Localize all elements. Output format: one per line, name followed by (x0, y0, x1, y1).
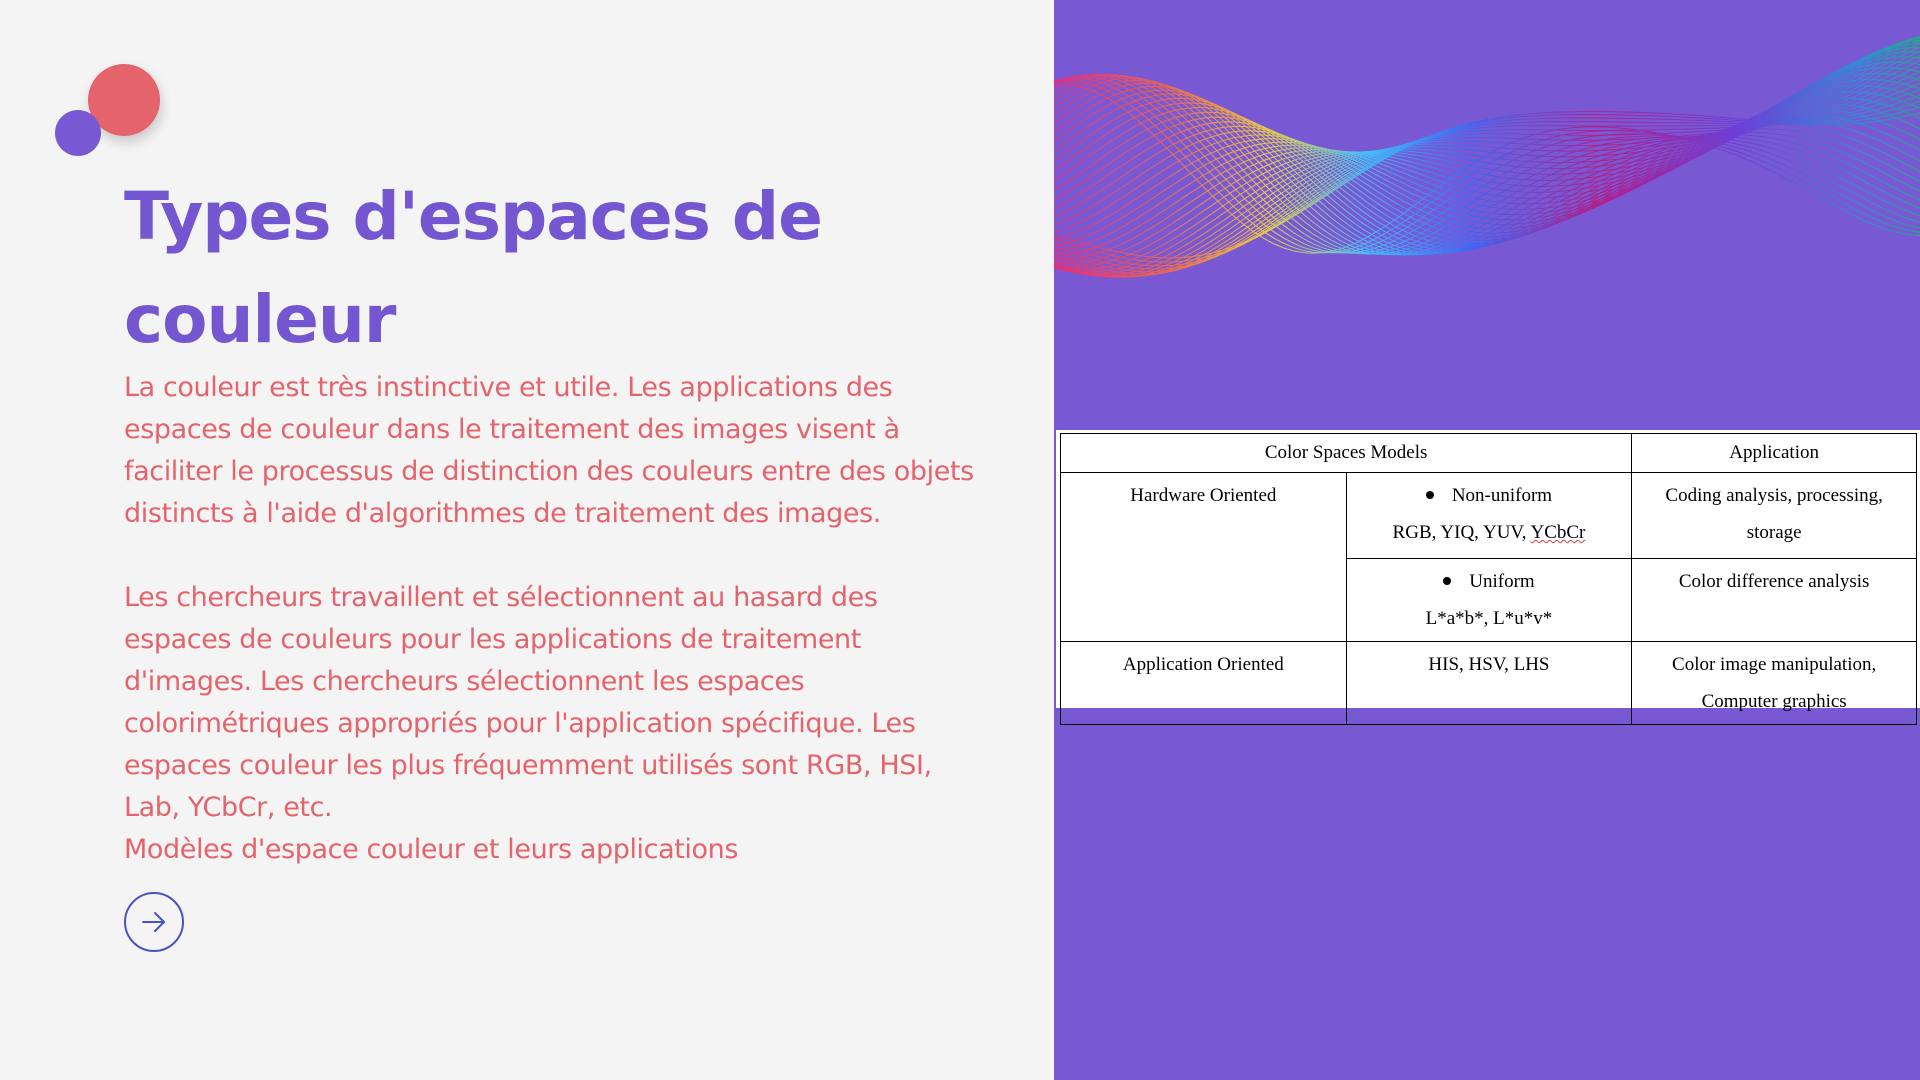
table-row: Hardware Oriented Non-uniform RGB, YIQ, … (1060, 472, 1917, 642)
arrow-right-icon (142, 912, 165, 932)
table-cell-app-spaces: HIS, HSV, LHS (1345, 641, 1633, 725)
body-paragraph-1: La couleur est très instinctive et utile… (124, 372, 974, 529)
bullet-icon (1425, 490, 1434, 499)
table-cell-application-oriented: Application Oriented (1060, 641, 1347, 725)
table-cell-nonuniform: Non-uniform RGB, YIQ, YUV, YCbCr (1345, 472, 1633, 559)
slide-body: La couleur est très instinctive et utile… (124, 367, 984, 871)
rainbow-wave-illustration (1054, 36, 1920, 278)
table-cell-nonuniform-app: Coding analysis, processing, storage (1631, 472, 1917, 559)
table-header-application: Application (1631, 433, 1917, 473)
body-paragraph-2: Les chercheurs travaillent et sélectionn… (124, 582, 932, 823)
slide-title: Types d'espaces de couleur (124, 178, 823, 358)
table-cell-uniform: Uniform L*a*b*, L*u*v* (1345, 558, 1633, 642)
body-paragraph-3: Modèles d'espace couleur et leurs applic… (124, 834, 739, 865)
bullet-icon (1443, 576, 1452, 585)
color-spaces-table-image: Color Spaces Models Application Hardware… (1056, 430, 1920, 725)
wave-line (1054, 51, 1920, 230)
color-spaces-table: Color Spaces Models Application Hardware… (1059, 433, 1917, 725)
image-panel: Color Spaces Models Application Hardware… (1054, 0, 1920, 1080)
decorative-purple-circle (55, 110, 101, 156)
table-row: Application Oriented HIS, HSV, LHS Color… (1060, 641, 1917, 725)
content-panel: Types d'espaces de couleur La couleur es… (0, 0, 1054, 1080)
next-slide-button[interactable] (124, 892, 184, 952)
wave-line (1054, 80, 1920, 254)
table-cell-hardware-oriented: Hardware Oriented (1060, 472, 1347, 642)
wave-line (1054, 61, 1920, 238)
table-cell-app-app: Color image manipulation, Computer graph… (1631, 641, 1917, 725)
table-header-models: Color Spaces Models (1059, 433, 1633, 473)
table-header-row: Color Spaces Models Application (1059, 433, 1917, 473)
spellcheck-word: YCbCr (1530, 522, 1586, 543)
table-cell-uniform-app: Color difference analysis (1631, 558, 1917, 642)
